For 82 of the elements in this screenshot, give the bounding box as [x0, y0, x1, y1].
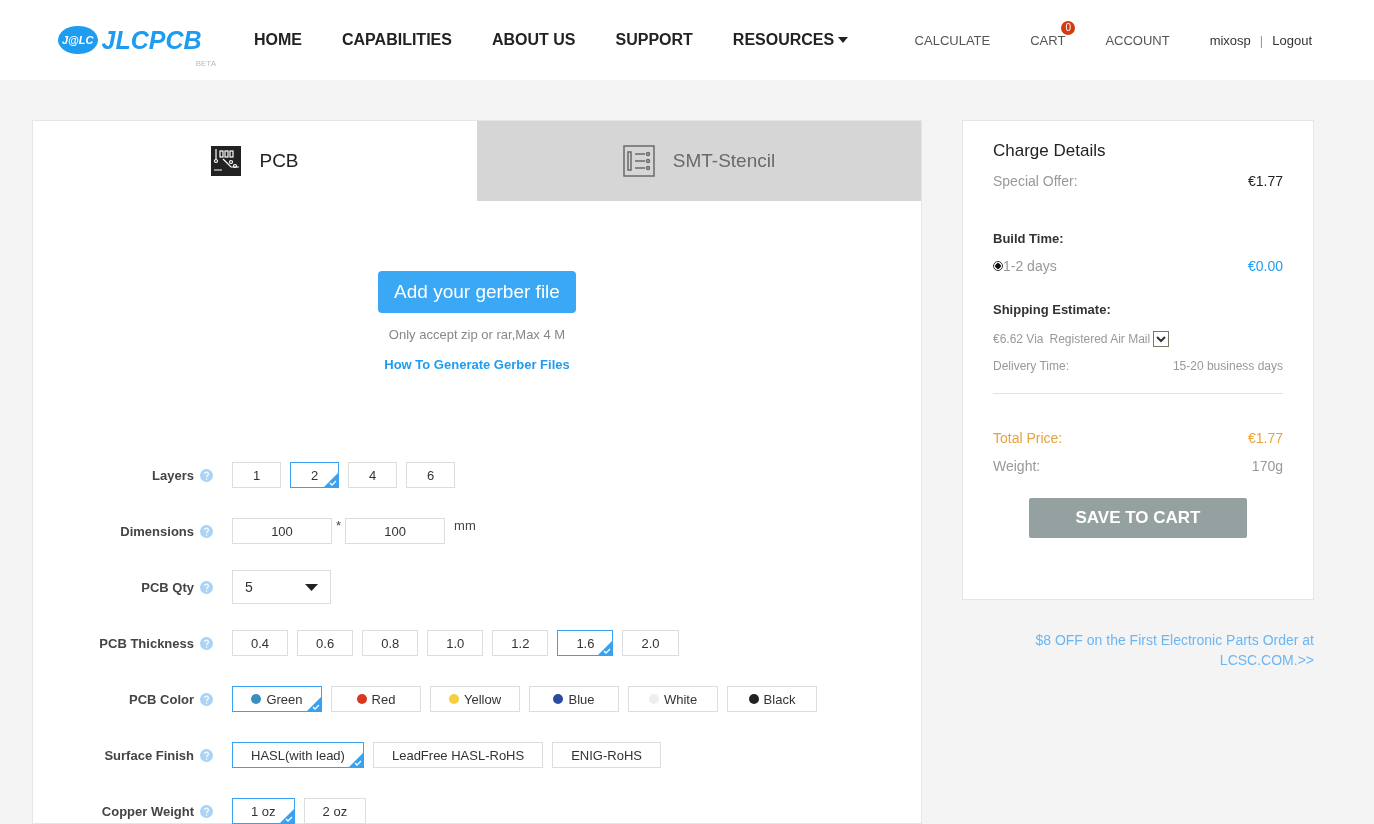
caret-icon: [305, 583, 318, 591]
separator: |: [1259, 32, 1264, 48]
shipping-price: €6.62 Via: [993, 332, 1044, 346]
weight-value: 170g: [1251, 458, 1283, 474]
radio-button[interactable]: [993, 261, 1003, 271]
option-button[interactable]: 2.0: [622, 630, 679, 656]
nav-link[interactable]: RESOURCES: [732, 31, 849, 49]
caret-icon: [838, 37, 849, 43]
check-icon: [348, 753, 363, 767]
logo-subtitle: BETA: [195, 59, 216, 68]
total-label: Total Price:: [993, 430, 1063, 446]
option-button[interactable]: 0.6: [297, 630, 354, 656]
cart-count-badge: 0: [1061, 20, 1076, 35]
option-button[interactable]: 1.0: [427, 630, 484, 656]
option-button[interactable]: 2 oz: [303, 798, 367, 824]
upload-hint: Only accept zip or rar,Max 4 M: [388, 327, 566, 342]
help-icon[interactable]: [200, 468, 213, 482]
nav-link[interactable]: SUPPORT: [615, 31, 693, 49]
logout-link[interactable]: Logout: [1272, 32, 1312, 48]
times-sign: *: [336, 518, 342, 533]
option-label: Dimensions: [120, 523, 194, 539]
option-button[interactable]: 1 oz: [232, 798, 295, 824]
help-icon[interactable]: [200, 524, 213, 538]
build-time-title: Build Time:: [993, 231, 1065, 246]
stencil-icon: [622, 145, 655, 177]
card-title: Charge Details: [993, 141, 1107, 161]
help-icon[interactable]: [200, 748, 213, 762]
username: mixosp: [1209, 32, 1251, 48]
option-button[interactable]: Blue: [529, 686, 619, 712]
header-link[interactable]: CART 0: [1030, 20, 1076, 48]
option-button[interactable]: 6: [406, 462, 455, 488]
option-button[interactable]: 0.8: [362, 630, 419, 656]
nav-link[interactable]: HOME: [254, 31, 302, 49]
option-button[interactable]: 1.6: [557, 630, 614, 656]
check-icon: [598, 641, 613, 655]
build-price: €0.00: [1247, 258, 1283, 274]
logo-badge: J@LC: [58, 26, 98, 54]
build-option-label: 1-2 days: [1003, 258, 1057, 274]
offer-value: €1.77: [1247, 173, 1283, 189]
weight-label: Weight:: [993, 458, 1041, 474]
total-value: €1.77: [1247, 430, 1283, 446]
option-label: PCB Color: [129, 691, 194, 707]
option-label: PCB Thickness: [99, 635, 194, 651]
option-button[interactable]: 2: [290, 462, 339, 488]
delivery-value: 15-20 business days: [1172, 359, 1283, 373]
option-button[interactable]: Black: [727, 686, 817, 712]
option-button[interactable]: 4: [348, 462, 397, 488]
chevron-icon: [1153, 331, 1170, 347]
header-link[interactable]: ACCOUNT: [1105, 32, 1170, 48]
tab[interactable]: SMT-Stencil: [477, 121, 921, 201]
delivery-label: Delivery Time:: [993, 359, 1069, 373]
header-link[interactable]: CALCULATE: [914, 32, 991, 48]
option-button[interactable]: HASL(with lead): [232, 742, 364, 768]
nav-link[interactable]: CAPABILITIES: [342, 31, 452, 49]
circuit-board-icon: [211, 146, 242, 176]
option-button[interactable]: Green: [232, 686, 322, 712]
option-label: Copper Weight: [101, 803, 194, 819]
option-button[interactable]: 1: [232, 462, 281, 488]
option-button[interactable]: 0.4: [232, 630, 289, 656]
check-icon: [324, 473, 338, 487]
help-icon[interactable]: [200, 636, 213, 650]
unit-label: mm: [454, 518, 476, 533]
quantity-dropdown[interactable]: 5: [232, 570, 331, 604]
option-label: Layers: [152, 467, 194, 483]
help-icon[interactable]: [200, 804, 213, 818]
option-button[interactable]: 1.2: [492, 630, 549, 656]
option-button[interactable]: Yellow: [430, 686, 520, 712]
option-label: Surface Finish: [104, 747, 194, 763]
option-button[interactable]: Red: [331, 686, 421, 712]
nav-link[interactable]: ABOUT US: [491, 31, 576, 49]
height-input[interactable]: 100: [345, 518, 446, 544]
width-input[interactable]: 100: [232, 518, 332, 544]
help-icon[interactable]: [200, 692, 213, 706]
option-button[interactable]: LeadFree HASL-RoHS: [372, 742, 544, 768]
option-button[interactable]: White: [628, 686, 718, 712]
check-icon: [307, 697, 321, 711]
logo-text: JLCPCB: [101, 25, 202, 55]
help-icon[interactable]: [200, 580, 213, 594]
offer-label: Special Offer:: [993, 173, 1078, 189]
option-label: PCB Qty: [141, 579, 194, 595]
option-button[interactable]: ENIG-RoHS: [552, 742, 661, 768]
shipping-title: Shipping Estimate:: [993, 302, 1112, 317]
